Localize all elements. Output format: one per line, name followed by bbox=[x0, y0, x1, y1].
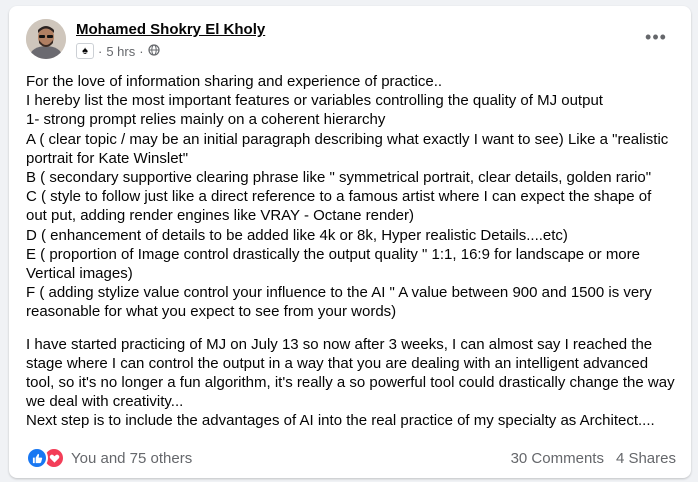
shares-count[interactable]: 4 Shares bbox=[616, 450, 676, 467]
post-text: For the love of information sharing and … bbox=[26, 72, 676, 431]
post-header: Mohamed Shokry El Kholy ♠ · 5 hrs · ••• bbox=[26, 19, 676, 63]
author-name[interactable]: Mohamed Shokry El Kholy bbox=[76, 21, 265, 38]
post-footer: You and 75 others 30 Comments 4 Shares bbox=[26, 446, 676, 470]
post-meta: ♠ · 5 hrs · bbox=[76, 42, 160, 60]
meta-separator: · bbox=[139, 43, 144, 59]
more-options-button[interactable]: ••• bbox=[640, 21, 672, 53]
post-paragraph: I have started practicing of MJ on July … bbox=[26, 335, 675, 430]
reaction-icons bbox=[26, 447, 65, 469]
spade-icon[interactable]: ♠ bbox=[76, 43, 94, 59]
globe-icon[interactable] bbox=[147, 43, 160, 59]
post-card: Mohamed Shokry El Kholy ♠ · 5 hrs · ••• … bbox=[9, 6, 691, 478]
reactions-summary[interactable]: You and 75 others bbox=[26, 447, 192, 469]
avatar[interactable] bbox=[26, 19, 66, 59]
ellipsis-icon: ••• bbox=[645, 26, 667, 47]
engagement-counts: 30 Comments 4 Shares bbox=[511, 450, 676, 467]
like-icon bbox=[26, 447, 48, 469]
meta-separator: · bbox=[98, 43, 103, 59]
comments-count[interactable]: 30 Comments bbox=[511, 450, 604, 467]
post-timestamp[interactable]: 5 hrs bbox=[106, 44, 135, 59]
post-paragraph: For the love of information sharing and … bbox=[26, 73, 669, 321]
reactions-count[interactable]: You and 75 others bbox=[71, 450, 192, 467]
